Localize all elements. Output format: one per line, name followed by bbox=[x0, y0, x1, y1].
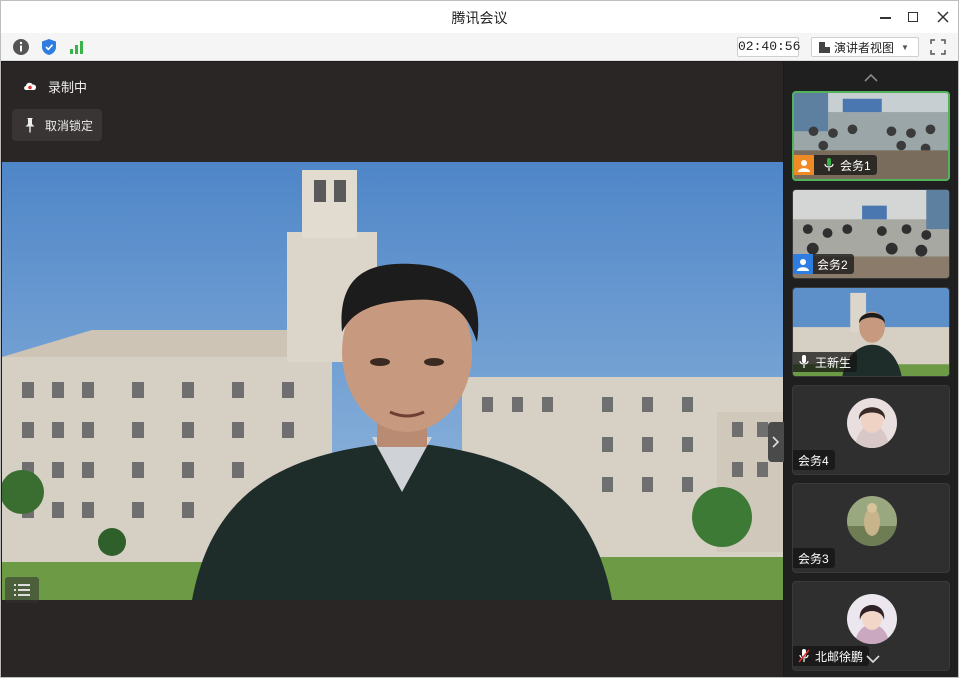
participant-list-toggle[interactable] bbox=[5, 577, 39, 603]
participant-name-tag: 北邮徐鹏 bbox=[793, 646, 870, 666]
list-icon bbox=[14, 584, 30, 596]
participant-name-tag: 王新生 bbox=[793, 352, 858, 372]
meeting-toolbar: 02:40:56 演讲者视图 ▼ bbox=[1, 33, 958, 61]
maximize-icon bbox=[908, 12, 918, 22]
minimize-icon bbox=[879, 17, 891, 19]
participant-name: 会务3 bbox=[798, 551, 829, 566]
participant-tile[interactable]: 会务1 bbox=[792, 91, 950, 181]
avatar bbox=[847, 398, 897, 448]
participant-name-tag: 会务4 bbox=[793, 450, 835, 470]
info-icon bbox=[13, 39, 29, 55]
view-mode-dropdown[interactable]: 演讲者视图 ▼ bbox=[811, 37, 919, 57]
participant-name: 会务4 bbox=[798, 453, 829, 468]
participant-name: 王新生 bbox=[815, 355, 852, 370]
chevron-right-icon bbox=[772, 436, 780, 448]
participant-tile[interactable]: 会务2 bbox=[792, 189, 950, 279]
microphone-muted-icon bbox=[797, 648, 811, 664]
maximize-button[interactable] bbox=[903, 7, 923, 27]
speaker-video bbox=[2, 162, 783, 600]
microphone-icon bbox=[797, 354, 811, 370]
cloud-recording-icon bbox=[24, 82, 37, 90]
recording-label: 录制中 bbox=[48, 79, 88, 95]
signal-icon bbox=[70, 41, 83, 54]
view-mode-label: 演讲者视图 bbox=[834, 40, 895, 55]
app-window: 腾讯会议 02:40:56 演讲者视图 ▼ 录制中 取消锁定 会务1 会务2 王… bbox=[0, 0, 959, 678]
pin-icon bbox=[25, 118, 35, 133]
participant-name-tag: 会务2 bbox=[793, 254, 854, 274]
participant-name-tag: 会务3 bbox=[793, 548, 835, 568]
main-stage: 录制中 取消锁定 bbox=[2, 62, 784, 677]
participant-tile[interactable]: 会务4 bbox=[792, 385, 950, 475]
microphone-icon bbox=[822, 157, 836, 173]
participant-name: 北邮徐鹏 bbox=[815, 649, 864, 664]
minimize-button[interactable] bbox=[875, 7, 895, 27]
meeting-timer: 02:40:56 bbox=[737, 37, 800, 57]
avatar-icon bbox=[794, 155, 814, 175]
close-button[interactable] bbox=[933, 7, 953, 27]
collapse-sidebar-button[interactable] bbox=[768, 422, 784, 462]
participant-name: 会务2 bbox=[817, 257, 848, 272]
security-button[interactable] bbox=[39, 37, 59, 57]
layout-icon bbox=[819, 41, 830, 53]
unpin-label: 取消锁定 bbox=[45, 118, 94, 133]
recording-indicator: 录制中 bbox=[12, 72, 87, 100]
participant-tile[interactable]: 王新生 bbox=[792, 287, 950, 377]
chevron-down-icon: ▼ bbox=[901, 42, 909, 52]
avatar-icon bbox=[793, 254, 813, 274]
participant-name-tag: 会务1 bbox=[794, 155, 877, 175]
close-icon bbox=[937, 11, 949, 23]
chevron-up-icon[interactable] bbox=[864, 72, 878, 84]
participant-tile[interactable]: 会务3 bbox=[792, 483, 950, 573]
shield-icon bbox=[42, 39, 56, 55]
participant-name: 会务1 bbox=[840, 158, 871, 173]
avatar bbox=[847, 594, 897, 644]
network-status-button[interactable] bbox=[67, 37, 87, 57]
participant-sidebar: 会务1 会务2 王新生 会务4 会务3 北邮徐鹏 bbox=[784, 62, 958, 677]
fullscreen-button[interactable] bbox=[930, 39, 948, 57]
info-button[interactable] bbox=[11, 37, 31, 57]
window-title: 腾讯会议 bbox=[451, 10, 508, 26]
avatar bbox=[847, 496, 897, 546]
fullscreen-icon bbox=[930, 39, 946, 55]
chevron-down-icon[interactable] bbox=[866, 653, 880, 665]
unpin-button[interactable]: 取消锁定 bbox=[12, 109, 102, 141]
title-bar: 腾讯会议 bbox=[1, 1, 958, 33]
